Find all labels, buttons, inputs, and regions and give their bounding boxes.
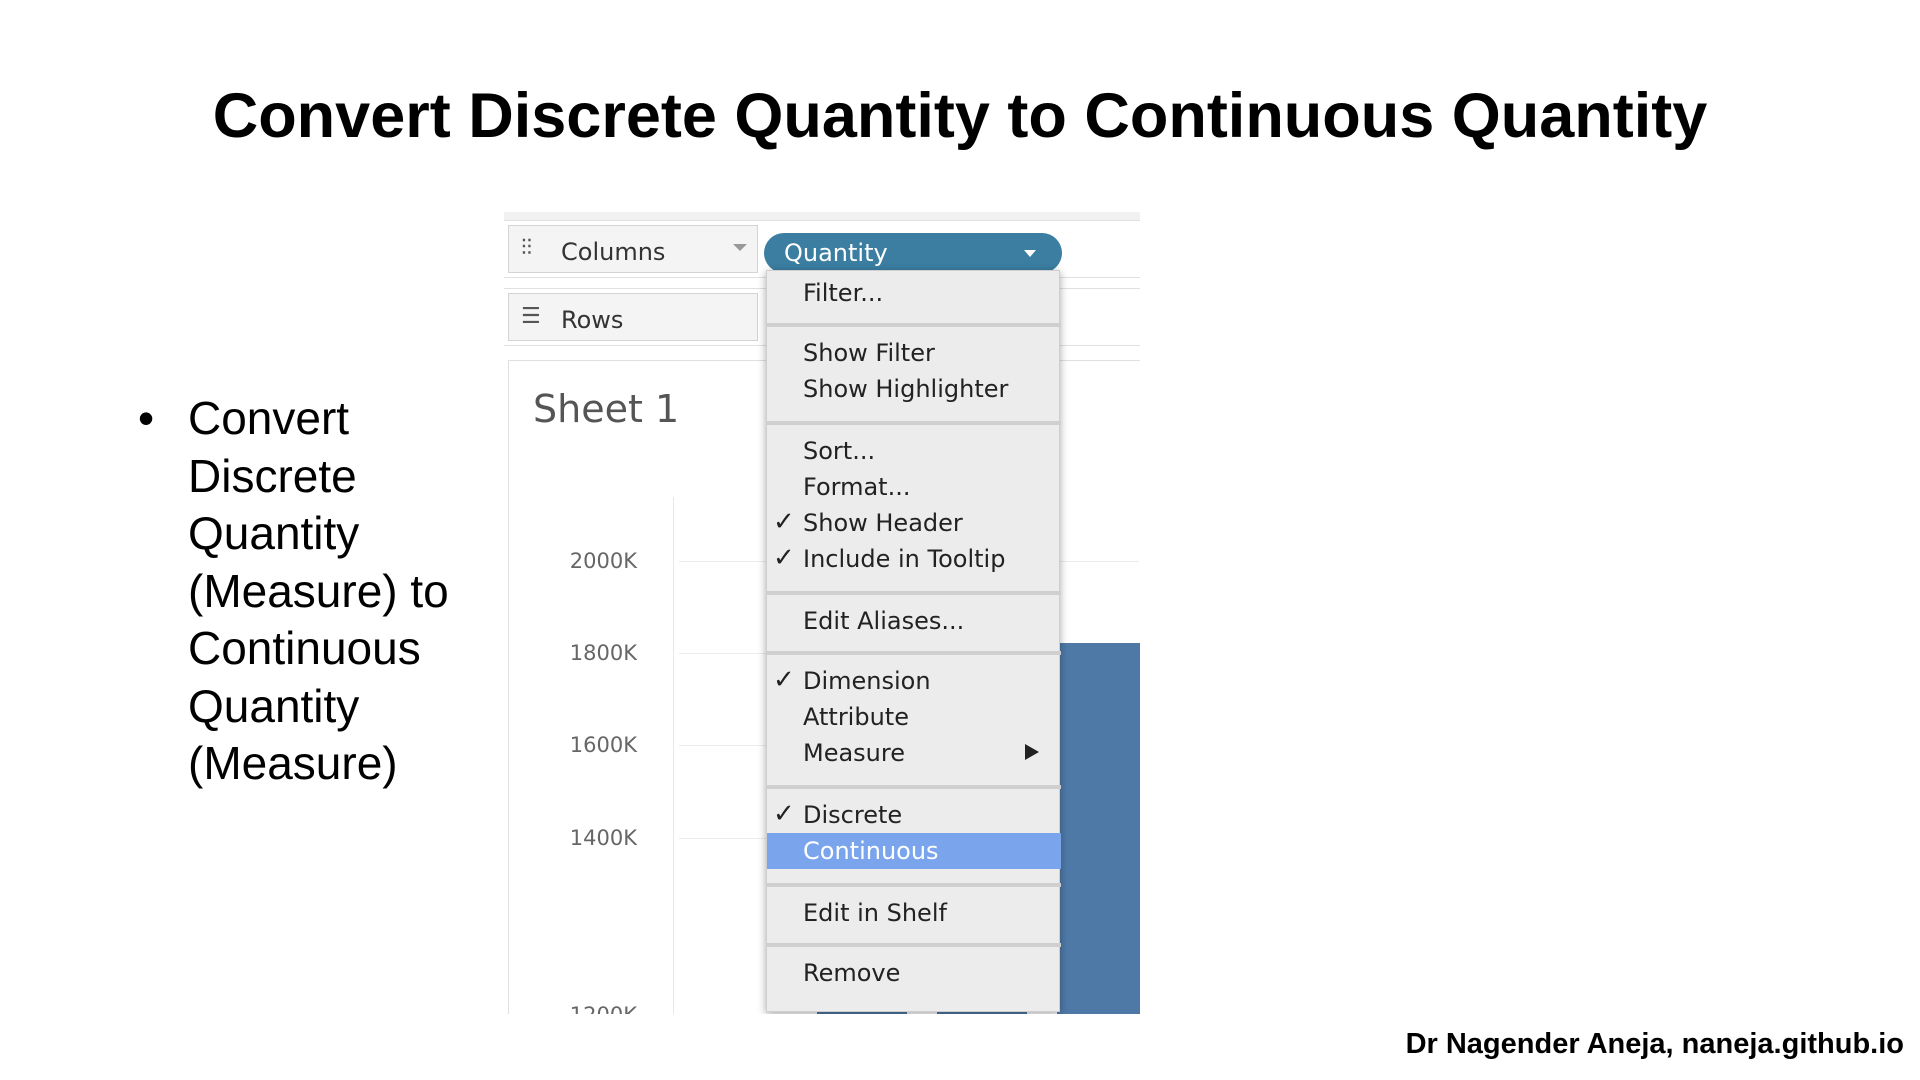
y-axis-line: [673, 497, 674, 1014]
menu-item-label: Attribute: [803, 703, 909, 731]
menu-item-measure[interactable]: Measure: [767, 735, 1061, 771]
columns-label: Columns: [561, 238, 666, 266]
slide-title: Convert Discrete Quantity to Continuous …: [212, 81, 1708, 151]
menu-item-label: Measure: [803, 739, 905, 767]
toolbar-strip: [504, 212, 1140, 220]
menu-item-sort[interactable]: Sort...: [767, 433, 1061, 469]
menu-separator: [767, 421, 1061, 425]
menu-item-include-in-tooltip[interactable]: ✓ Include in Tooltip: [767, 541, 1061, 577]
menu-item-label: Continuous: [803, 837, 939, 865]
y-axis-tick-label: 1200K: [509, 1003, 637, 1014]
checkmark-icon: ✓: [773, 507, 795, 537]
menu-item-label: Dimension: [803, 667, 931, 695]
rows-icon: ☰: [521, 304, 541, 329]
menu-item-label: Include in Tooltip: [803, 545, 1006, 573]
menu-item-dimension[interactable]: ✓ Dimension: [767, 663, 1061, 699]
menu-item-attribute[interactable]: Attribute: [767, 699, 1061, 735]
bullet-marker: •: [138, 392, 155, 444]
y-axis-tick-label: 1800K: [569, 641, 637, 665]
pill-dropdown-icon[interactable]: [1024, 250, 1036, 257]
menu-item-label: Show Header: [803, 509, 963, 537]
rows-label: Rows: [561, 306, 624, 334]
menu-item-edit-aliases[interactable]: Edit Aliases...: [767, 603, 1061, 639]
chart-bar[interactable]: [1057, 643, 1140, 1014]
submenu-arrow-icon: [1025, 744, 1039, 760]
menu-separator: [767, 323, 1061, 327]
menu-item-label: Remove: [803, 959, 901, 987]
menu-separator: [767, 883, 1061, 887]
pill-context-menu: Filter... Show Filter Show Highlighter S…: [766, 270, 1061, 1012]
menu-separator: [767, 591, 1061, 595]
checkmark-icon: ✓: [773, 799, 795, 829]
quantity-pill[interactable]: Quantity: [764, 233, 1062, 273]
menu-item-continuous[interactable]: Continuous: [767, 833, 1061, 869]
quantity-pill-label: Quantity: [784, 239, 888, 267]
menu-item-label: Show Highlighter: [803, 375, 1009, 403]
menu-item-label: Edit in Shelf: [803, 899, 947, 927]
checkmark-icon: ✓: [773, 543, 795, 573]
menu-item-discrete[interactable]: ✓ Discrete: [767, 797, 1061, 833]
menu-item-edit-in-shelf[interactable]: Edit in Shelf: [767, 895, 1061, 931]
menu-item-show-highlighter[interactable]: Show Highlighter: [767, 371, 1061, 407]
bullet-text: Convert Discrete Quantity (Measure) to C…: [188, 392, 449, 789]
author-credit: Dr Nagender Aneja, naneja.github.io: [1405, 1028, 1904, 1060]
checkmark-icon: ✓: [773, 665, 795, 695]
menu-item-label: Format...: [803, 473, 911, 501]
menu-item-show-filter[interactable]: Show Filter: [767, 335, 1061, 371]
menu-item-format[interactable]: Format...: [767, 469, 1061, 505]
menu-item-label: Show Filter: [803, 339, 935, 367]
columns-icon: ⫶⫶: [521, 236, 533, 261]
chevron-down-icon[interactable]: [733, 244, 747, 251]
menu-item-label: Filter...: [803, 279, 884, 307]
menu-item-remove[interactable]: Remove: [767, 955, 1061, 991]
menu-separator: [767, 785, 1061, 789]
menu-separator: [767, 651, 1061, 655]
columns-shelf-label[interactable]: ⫶⫶ Columns: [508, 225, 758, 273]
rows-shelf-label[interactable]: ☰ Rows: [508, 293, 758, 341]
tableau-screenshot: ⫶⫶ Columns Quantity ☰ Rows Sheet 1 2000K…: [504, 212, 1140, 1014]
menu-item-label: Discrete: [803, 801, 903, 829]
menu-item-label: Edit Aliases...: [803, 607, 965, 635]
y-axis-tick-label: 1600K: [569, 733, 637, 757]
sheet-title: Sheet 1: [533, 387, 680, 431]
y-axis-tick-label: 2000K: [569, 549, 637, 573]
menu-separator: [767, 943, 1061, 947]
menu-item-label: Sort...: [803, 437, 876, 465]
menu-item-show-header[interactable]: ✓ Show Header: [767, 505, 1061, 541]
y-axis-tick-label: 1400K: [569, 826, 637, 850]
menu-item-filter[interactable]: Filter...: [767, 275, 1061, 311]
